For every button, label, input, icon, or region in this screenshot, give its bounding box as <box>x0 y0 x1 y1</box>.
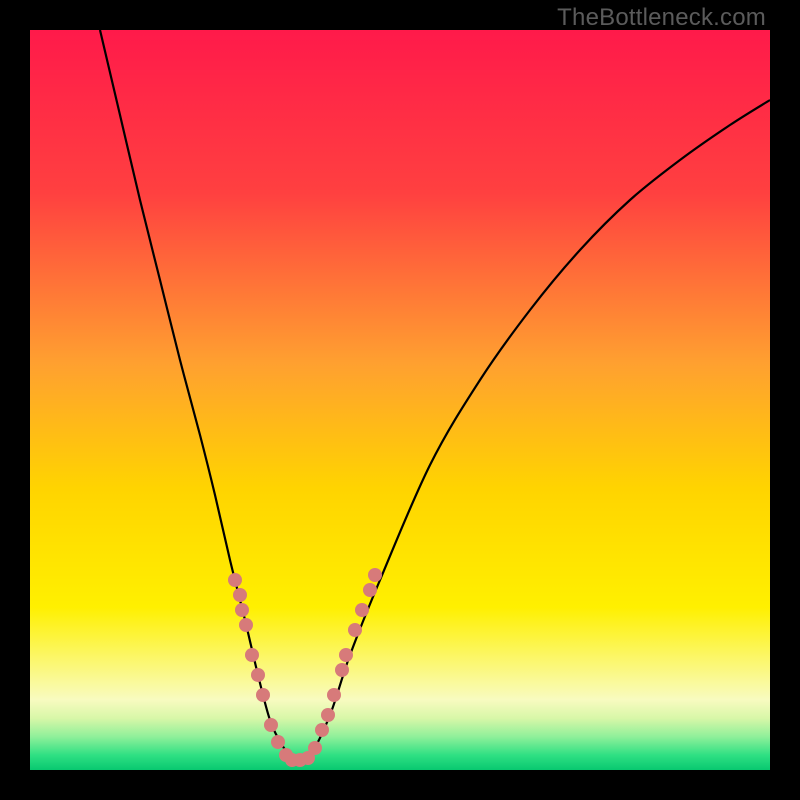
scatter-dot <box>233 588 247 602</box>
scatter-dot <box>271 735 285 749</box>
scatter-dot <box>239 618 253 632</box>
scatter-dot <box>363 583 377 597</box>
scatter-dot <box>264 718 278 732</box>
scatter-points <box>228 568 382 767</box>
scatter-dot <box>335 663 349 677</box>
scatter-dot <box>315 723 329 737</box>
chart-svg <box>30 30 770 770</box>
scatter-dot <box>245 648 259 662</box>
scatter-dot <box>228 573 242 587</box>
watermark-text: TheBottleneck.com <box>557 4 766 32</box>
scatter-dot <box>355 603 369 617</box>
scatter-dot <box>235 603 249 617</box>
bottleneck-curve <box>100 30 770 761</box>
scatter-dot <box>368 568 382 582</box>
scatter-dot <box>348 623 362 637</box>
scatter-dot <box>321 708 335 722</box>
scatter-dot <box>327 688 341 702</box>
scatter-dot <box>339 648 353 662</box>
scatter-dot <box>308 741 322 755</box>
scatter-dot <box>256 688 270 702</box>
scatter-dot <box>251 668 265 682</box>
